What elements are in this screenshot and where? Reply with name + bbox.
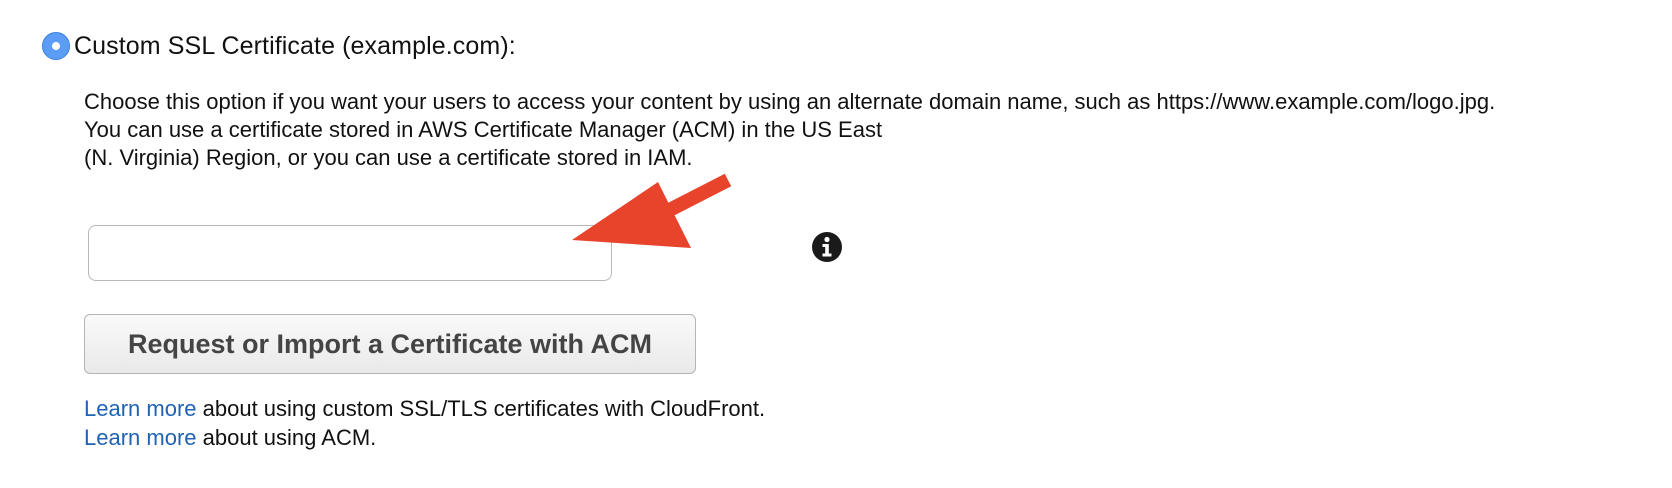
learn-more-section: Learn more about using custom SSL/TLS ce…: [84, 394, 765, 452]
custom-ssl-option[interactable]: Custom SSL Certificate (example.com):: [42, 28, 516, 64]
request-import-acm-button[interactable]: Request or Import a Certificate with ACM: [84, 314, 696, 374]
learn-more-cloudfront-link[interactable]: Learn more: [84, 396, 197, 421]
learn-more-cloudfront-text: about using custom SSL/TLS certificates …: [196, 396, 766, 421]
custom-ssl-label[interactable]: Custom SSL Certificate (example.com):: [74, 28, 516, 64]
option-description: Choose this option if you want your user…: [84, 88, 1495, 172]
learn-more-line-2: Learn more about using ACM.: [84, 423, 765, 452]
radio-dot: [52, 42, 60, 50]
learn-more-acm-link[interactable]: Learn more: [84, 425, 197, 450]
learn-more-acm-text: about using ACM.: [196, 425, 377, 450]
radio-selected-icon[interactable]: [42, 32, 70, 60]
info-icon[interactable]: [811, 231, 843, 263]
description-line-2: You can use a certificate stored in AWS …: [84, 117, 883, 142]
description-line-3: (N. Virginia) Region, or you can use a c…: [84, 145, 693, 170]
red-arrow-icon: [572, 173, 732, 248]
description-line-1: Choose this option if you want your user…: [84, 89, 1496, 114]
certificate-input[interactable]: [88, 225, 612, 281]
learn-more-line-1: Learn more about using custom SSL/TLS ce…: [84, 394, 765, 423]
